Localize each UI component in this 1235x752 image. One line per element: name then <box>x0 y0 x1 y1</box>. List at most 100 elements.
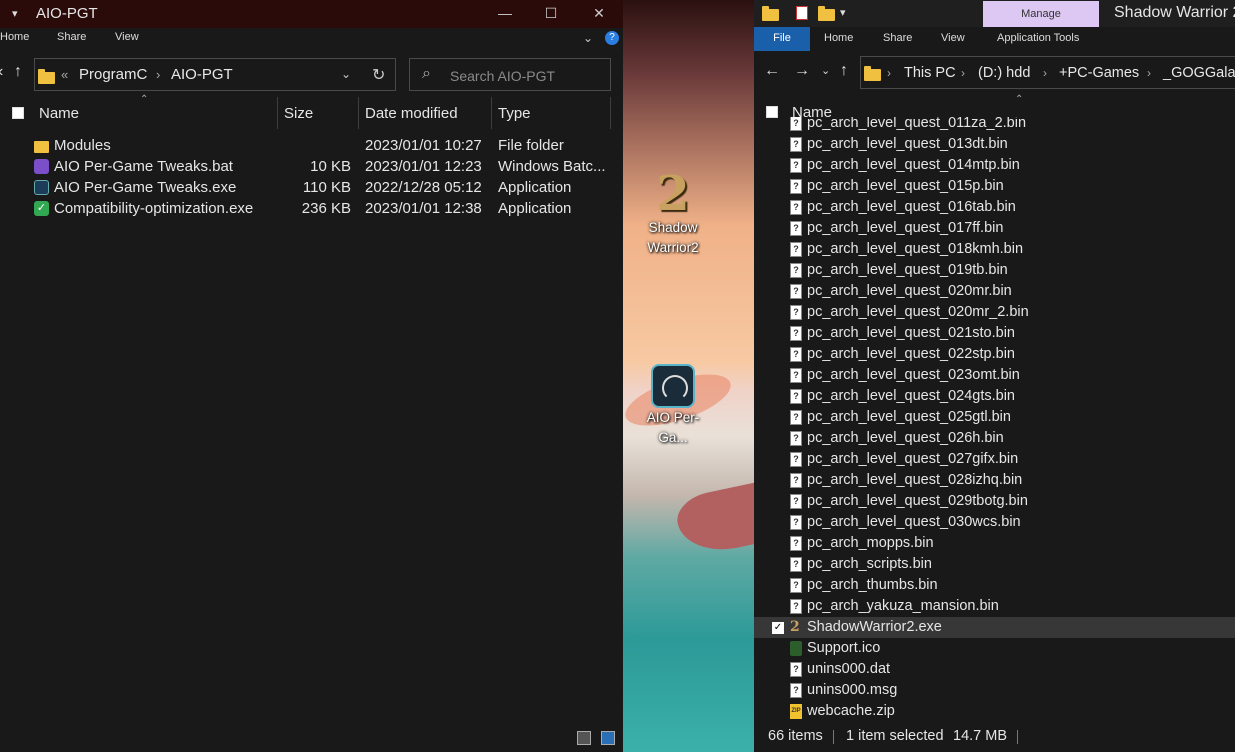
column-divider[interactable] <box>491 97 492 129</box>
list-item[interactable]: ? pc_arch_scripts.bin <box>754 554 1235 575</box>
list-item[interactable]: Modules 2023/01/01 10:27 File folder <box>0 135 623 156</box>
list-item[interactable]: Support.ico <box>754 638 1235 659</box>
column-size[interactable]: Size <box>284 105 313 122</box>
tab-home[interactable]: Home <box>824 32 853 44</box>
list-item[interactable]: ? unins000.dat <box>754 659 1235 680</box>
column-divider[interactable] <box>358 97 359 129</box>
tab-home[interactable]: Home <box>0 31 29 43</box>
breadcrumb-separator[interactable]: › <box>887 66 891 80</box>
new-folder-icon[interactable] <box>818 6 835 21</box>
up-arrow-icon[interactable]: ↑ <box>840 62 848 80</box>
row-checkbox[interactable]: ✓ <box>772 622 784 634</box>
status-selected-count: 1 item selected <box>846 728 944 744</box>
list-item[interactable]: ? pc_arch_yakuza_mansion.bin <box>754 596 1235 617</box>
details-view-icon[interactable] <box>577 731 591 745</box>
document-icon: ? <box>790 683 802 698</box>
breadcrumb-aio-pgt[interactable]: AIO-PGT <box>171 66 233 83</box>
minimize-button[interactable]: — <box>482 2 528 26</box>
column-divider[interactable] <box>610 97 611 129</box>
file-type: File folder <box>498 137 564 154</box>
list-item[interactable]: ✓ Compatibility-optimization.exe 236 KB … <box>0 198 623 219</box>
document-icon: ? <box>790 515 802 530</box>
list-item[interactable]: ? unins000.msg <box>754 680 1235 701</box>
up-arrow-icon[interactable]: ↑ <box>14 63 22 81</box>
refresh-icon[interactable]: ↻ <box>372 65 385 85</box>
list-item[interactable]: ? pc_arch_level_quest_026h.bin <box>754 428 1235 449</box>
list-item[interactable]: ? pc_arch_mopps.bin <box>754 533 1235 554</box>
help-icon[interactable]: ? <box>605 31 619 45</box>
list-item[interactable]: ✓ 2 ShadowWarrior2.exe <box>754 617 1235 638</box>
folder-icon[interactable] <box>762 6 779 21</box>
quick-access-dropdown-icon[interactable]: ▾ <box>840 6 846 19</box>
breadcrumb-separator[interactable]: › <box>156 67 160 82</box>
document-icon: ? <box>790 578 802 593</box>
column-type[interactable]: Type <box>498 105 531 122</box>
column-divider[interactable] <box>277 97 278 129</box>
back-arrow-icon[interactable]: ‹ <box>0 63 3 81</box>
tab-share[interactable]: Share <box>883 32 912 44</box>
tab-view[interactable]: View <box>115 31 139 43</box>
desktop-shortcut-aio-per-game[interactable]: AIO Per-Ga... <box>633 364 713 448</box>
breadcrumb-separator[interactable]: › <box>1043 66 1047 80</box>
list-item[interactable]: ? pc_arch_level_quest_023omt.bin <box>754 365 1235 386</box>
breadcrumb-separator[interactable]: › <box>1147 66 1151 80</box>
list-item[interactable]: ? pc_arch_level_quest_011za_2.bin <box>754 117 1235 134</box>
list-item[interactable]: ? pc_arch_level_quest_029tbotg.bin <box>754 491 1235 512</box>
tab-application-tools[interactable]: Application Tools <box>997 32 1079 44</box>
status-selected-size: 14.7 MB <box>953 728 1007 744</box>
quick-access-dropdown-icon[interactable]: ▾ <box>12 7 18 20</box>
list-item[interactable]: ? pc_arch_level_quest_027gifx.bin <box>754 449 1235 470</box>
list-item[interactable]: ? pc_arch_level_quest_014mtp.bin <box>754 155 1235 176</box>
column-date-modified[interactable]: Date modified <box>365 105 458 122</box>
document-icon: ? <box>790 368 802 383</box>
folder-icon <box>864 66 881 81</box>
breadcrumb-overflow[interactable]: « <box>61 67 68 82</box>
list-item[interactable]: ? pc_arch_level_quest_016tab.bin <box>754 197 1235 218</box>
list-item[interactable]: ? pc_arch_level_quest_019tb.bin <box>754 260 1235 281</box>
tab-view[interactable]: View <box>941 32 965 44</box>
maximize-button[interactable]: ☐ <box>528 2 574 26</box>
list-item[interactable]: ? pc_arch_level_quest_022stp.bin <box>754 344 1235 365</box>
list-item[interactable]: ? pc_arch_level_quest_024gts.bin <box>754 386 1235 407</box>
list-item[interactable]: AIO Per-Game Tweaks.exe 110 KB 2022/12/2… <box>0 177 623 198</box>
list-item[interactable]: ? pc_arch_level_quest_020mr_2.bin <box>754 302 1235 323</box>
breadcrumb-separator[interactable]: › <box>961 66 965 80</box>
expand-ribbon-icon[interactable]: ⌄ <box>583 31 593 45</box>
properties-icon[interactable] <box>796 6 808 20</box>
list-item[interactable]: ? pc_arch_level_quest_021sto.bin <box>754 323 1235 344</box>
search-input[interactable]: ⌕ Search AIO-PGT <box>409 58 611 91</box>
column-name[interactable]: Name <box>39 105 79 122</box>
file-type: Windows Batc... <box>498 158 606 175</box>
list-item[interactable]: AIO Per-Game Tweaks.bat 10 KB 2023/01/01… <box>0 156 623 177</box>
folder-icon <box>34 141 49 153</box>
list-item[interactable]: ? pc_arch_level_quest_013dt.bin <box>754 134 1235 155</box>
large-icons-view-icon[interactable] <box>601 731 615 745</box>
desktop-shortcut-shadow-warrior2[interactable]: 2 Shadow Warrior2 <box>633 170 713 258</box>
breadcrumb-this-pc[interactable]: This PC <box>904 65 956 81</box>
file-name: pc_arch_level_quest_020mr.bin <box>807 283 1012 299</box>
list-item[interactable]: ? pc_arch_level_quest_020mr.bin <box>754 281 1235 302</box>
close-button[interactable]: ✕ <box>576 2 622 26</box>
forward-arrow-icon[interactable]: → <box>794 62 810 80</box>
breadcrumb-goggalaxy[interactable]: _GOGGalaxy <box>1163 65 1235 81</box>
tab-share[interactable]: Share <box>57 31 86 43</box>
list-item[interactable]: ? pc_arch_level_quest_015p.bin <box>754 176 1235 197</box>
right-address-bar[interactable]: › This PC › (D:) hdd › +PC-Games › _GOGG… <box>860 56 1235 89</box>
recent-locations-icon[interactable]: ⌄ <box>821 64 830 77</box>
list-item[interactable]: ? pc_arch_level_quest_025gtl.bin <box>754 407 1235 428</box>
tab-file[interactable]: File <box>754 27 810 51</box>
breadcrumb-pc-games[interactable]: +PC-Games <box>1059 65 1139 81</box>
list-item[interactable]: ? pc_arch_level_quest_028izhq.bin <box>754 470 1235 491</box>
list-item[interactable]: ? pc_arch_level_quest_017ff.bin <box>754 218 1235 239</box>
address-dropdown-icon[interactable]: ⌄ <box>341 67 351 81</box>
list-item[interactable]: ? pc_arch_level_quest_018kmh.bin <box>754 239 1235 260</box>
back-arrow-icon[interactable]: ← <box>764 62 780 80</box>
list-item[interactable]: ? pc_arch_thumbs.bin <box>754 575 1235 596</box>
breadcrumb-programc[interactable]: ProgramC <box>79 66 147 83</box>
list-item[interactable]: ? pc_arch_level_quest_030wcs.bin <box>754 512 1235 533</box>
tab-manage[interactable]: Manage <box>983 1 1099 27</box>
list-item[interactable]: ZIP webcache.zip <box>754 701 1235 722</box>
left-address-bar[interactable]: « ProgramC › AIO-PGT ⌄ ↻ <box>34 58 396 91</box>
breadcrumb-d-hdd[interactable]: (D:) hdd <box>978 65 1030 81</box>
select-all-checkbox[interactable] <box>12 107 24 119</box>
